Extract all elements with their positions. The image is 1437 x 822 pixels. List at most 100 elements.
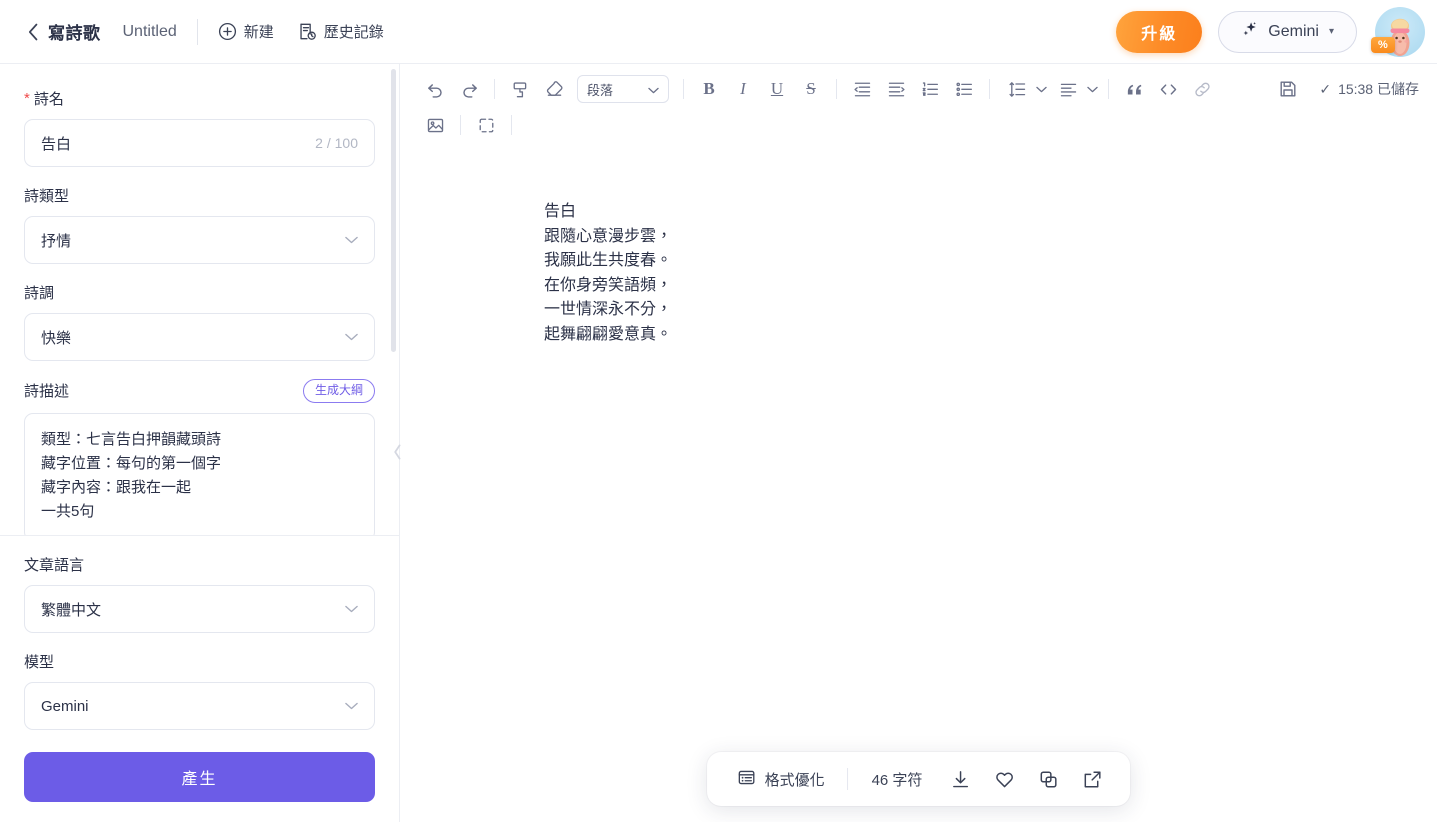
new-document-label: 新建 xyxy=(243,24,274,41)
check-icon: ✓ xyxy=(1319,80,1332,97)
toolbar-row-secondary xyxy=(418,108,1419,142)
chevron-down-icon xyxy=(1036,80,1047,98)
poem-content[interactable]: 告白 跟隨心意漫步雲， 我願此生共度春。 在你身旁笑語頻， 一世情深永不分， 起… xyxy=(544,200,1437,347)
field-poem-title-label-text: 詩名 xyxy=(33,91,64,108)
generate-button[interactable]: 產生 xyxy=(24,752,375,802)
document-title[interactable]: Untitled xyxy=(123,23,177,41)
chevron-down-icon xyxy=(648,82,659,97)
chevron-down-icon xyxy=(345,234,358,246)
poem-type-select[interactable]: 抒情 xyxy=(24,216,375,264)
heart-icon[interactable] xyxy=(984,760,1024,798)
app-header: 寫詩歌 Untitled 新建 歷史記錄 升級 Gemini ▾ % xyxy=(0,0,1437,64)
field-language-label-text: 文章語言 xyxy=(24,557,85,574)
image-icon[interactable] xyxy=(418,109,452,141)
floatbar-separator xyxy=(846,768,848,790)
redo-icon[interactable] xyxy=(452,73,486,105)
field-poem-title-label: * 詩名 xyxy=(24,88,375,109)
block-type-value: 段落 xyxy=(587,82,614,98)
toolbar-separator xyxy=(836,79,837,99)
sparkle-icon xyxy=(1241,20,1259,43)
new-document-button[interactable]: 新建 xyxy=(218,21,274,42)
copy-icon[interactable] xyxy=(1028,760,1068,798)
format-painter-icon[interactable] xyxy=(503,73,537,105)
model-selector[interactable]: Gemini ▾ xyxy=(1218,10,1357,53)
field-model: 模型 Gemini xyxy=(24,651,375,730)
editor-pane: 段落 B I U S ✓ 15:38 已儲存 告白 跟隨心意漫步雲， 我願此生共… xyxy=(400,64,1437,822)
field-model-label: 模型 xyxy=(24,651,375,672)
generate-outline-button[interactable]: 生成大綱 xyxy=(302,379,375,403)
app-body: * 詩名 告白 2 / 100 詩類型 抒情 詩調 快樂 詩描述 生成大綱 類型… xyxy=(0,64,1437,822)
bold-button[interactable]: B xyxy=(692,73,726,105)
quote-icon[interactable] xyxy=(1117,73,1151,105)
editor-canvas[interactable]: 告白 跟隨心意漫步雲， 我願此生共度春。 在你身旁笑語頻， 一世情深永不分， 起… xyxy=(400,146,1437,822)
model-select[interactable]: Gemini xyxy=(24,682,375,730)
sidebar-scrollbar[interactable] xyxy=(391,69,396,352)
external-link-icon[interactable] xyxy=(1072,760,1112,798)
link-icon[interactable] xyxy=(1185,73,1219,105)
chevron-down-icon: ▾ xyxy=(1328,26,1334,37)
history-document-icon xyxy=(298,22,317,41)
download-icon[interactable] xyxy=(940,760,980,798)
sidebar-collapse-handle[interactable] xyxy=(389,430,405,474)
field-poem-type-label: 詩類型 xyxy=(24,185,375,206)
poem-title-counter: 2 / 100 xyxy=(315,135,358,151)
line-height-icon xyxy=(1000,73,1034,105)
field-poem-description-label: 詩描述 生成大綱 xyxy=(24,379,375,403)
poem-tone-select[interactable]: 快樂 xyxy=(24,313,375,361)
avatar[interactable]: % xyxy=(1371,6,1425,57)
sidebar-scroll-area: * 詩名 告白 2 / 100 詩類型 抒情 詩調 快樂 詩描述 生成大綱 類型… xyxy=(0,64,399,535)
line-height-select[interactable] xyxy=(998,73,1049,105)
editor-toolbar: 段落 B I U S ✓ 15:38 已儲存 xyxy=(400,64,1437,146)
back-chevron-icon[interactable] xyxy=(24,23,42,41)
toolbar-separator xyxy=(511,115,512,135)
field-poem-title: * 詩名 告白 2 / 100 xyxy=(24,88,375,167)
field-poem-type-label-text: 詩類型 xyxy=(24,188,70,205)
form-sidebar: * 詩名 告白 2 / 100 詩類型 抒情 詩調 快樂 詩描述 生成大綱 類型… xyxy=(0,64,400,822)
toolbar-separator xyxy=(683,79,684,99)
fullscreen-icon[interactable] xyxy=(469,109,503,141)
ordered-list-icon[interactable] xyxy=(913,73,947,105)
language-select[interactable]: 繁體中文 xyxy=(24,585,375,633)
field-poem-type: 詩類型 抒情 xyxy=(24,185,375,264)
poem-title-value: 告白 xyxy=(41,135,72,153)
upgrade-button[interactable]: 升級 xyxy=(1116,10,1203,53)
history-button[interactable]: 歷史記錄 xyxy=(298,21,384,42)
undo-icon[interactable] xyxy=(418,73,452,105)
field-language: 文章語言 繁體中文 xyxy=(24,554,375,633)
editor-action-bar: 格式優化 46 字符 xyxy=(706,752,1131,806)
field-poem-description-label-text: 詩描述 xyxy=(24,383,70,401)
app-title[interactable]: 寫詩歌 xyxy=(48,19,101,44)
field-model-label-text: 模型 xyxy=(24,654,55,671)
eraser-icon[interactable] xyxy=(537,73,571,105)
field-poem-description: 詩描述 生成大綱 類型：七言告白押韻藏頭詩 藏字位置：每句的第一個字 藏字內容：… xyxy=(24,379,375,535)
save-icon[interactable] xyxy=(1271,73,1305,105)
model-value: Gemini xyxy=(41,697,89,715)
history-label: 歷史記錄 xyxy=(323,24,384,41)
format-optimize-button[interactable]: 格式優化 xyxy=(725,761,837,797)
field-poem-tone: 詩調 快樂 xyxy=(24,282,375,361)
code-icon[interactable] xyxy=(1151,73,1185,105)
block-type-select[interactable]: 段落 xyxy=(577,75,669,103)
discount-badge[interactable]: % xyxy=(1371,36,1395,53)
poem-description-textarea[interactable]: 類型：七言告白押韻藏頭詩 藏字位置：每句的第一個字 藏字內容：跟我在一起 一共5… xyxy=(24,412,375,535)
format-list-icon xyxy=(737,768,756,791)
text-align-select[interactable] xyxy=(1049,73,1100,105)
field-poem-tone-label: 詩調 xyxy=(24,282,375,303)
underline-button[interactable]: U xyxy=(760,73,794,105)
poem-title-input[interactable]: 告白 2 / 100 xyxy=(24,119,375,167)
toolbar-separator xyxy=(1108,79,1109,99)
outdent-icon[interactable] xyxy=(845,73,879,105)
field-poem-tone-label-text: 詩調 xyxy=(24,285,55,302)
italic-button[interactable]: I xyxy=(726,73,760,105)
bullet-list-icon[interactable] xyxy=(947,73,981,105)
format-optimize-label: 格式優化 xyxy=(764,771,825,789)
toolbar-row-primary: 段落 B I U S ✓ 15:38 已儲存 xyxy=(418,72,1419,106)
save-status: ✓ 15:38 已儲存 xyxy=(1319,79,1419,99)
toolbar-separator xyxy=(989,79,990,99)
indent-icon[interactable] xyxy=(879,73,913,105)
plus-circle-icon xyxy=(218,22,237,41)
strikethrough-button[interactable]: S xyxy=(794,73,828,105)
poem-tone-value: 快樂 xyxy=(41,329,72,347)
character-count: 46 字符 xyxy=(871,771,923,789)
chevron-down-icon xyxy=(345,331,358,343)
